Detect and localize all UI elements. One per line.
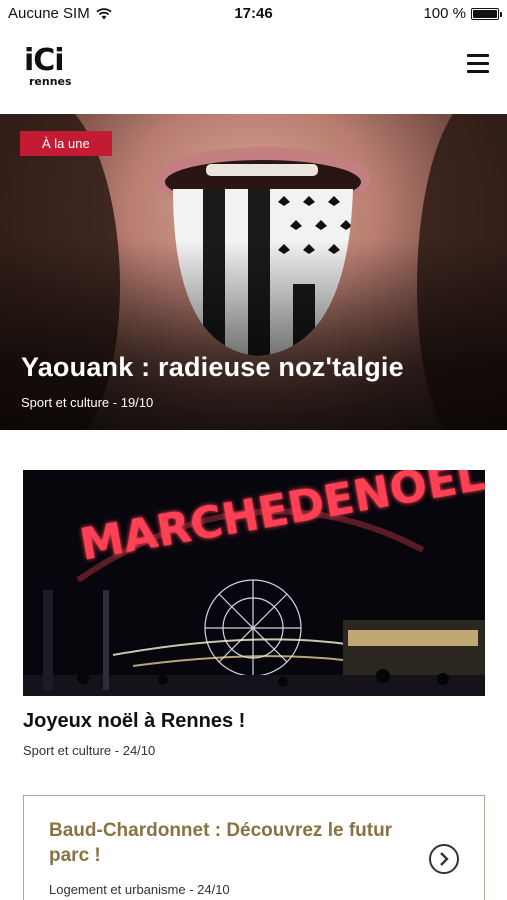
a-la-une-badge: À la une [20,131,112,156]
featured-card[interactable]: Baud-Chardonnet : Découvrez le futur par… [23,795,485,900]
ici-rennes-logo[interactable]: iCi rennes [24,46,80,94]
battery-percent: 100 % [423,5,466,22]
article-title[interactable]: Joyeux noël à Rennes ! [23,710,245,733]
hamburger-icon[interactable] [467,54,489,76]
logo-mark: iCi [24,43,65,78]
chevron-right-circle-icon[interactable] [429,844,459,874]
article-image[interactable]: MARCHEDENOEL [23,470,485,696]
article-meta: Sport et culture - 24/10 [23,743,156,758]
featured-card-meta: Logement et urbanisme - 24/10 [49,882,230,897]
christmas-market-image: MARCHEDENOEL [23,470,485,696]
status-bar: Aucune SIM 17:46 100 % [0,0,507,28]
app-header: iCi rennes [0,28,507,114]
hero-article[interactable]: À la une Yaouank : radieuse noz'talgie S… [0,114,507,430]
hero-meta: Sport et culture - 19/10 [21,395,154,410]
featured-card-title[interactable]: Baud-Chardonnet : Découvrez le futur par… [49,818,409,868]
status-right: 100 % [423,5,502,22]
logo-subtitle: rennes [29,75,72,88]
battery-fill [473,9,497,18]
battery-icon [471,7,502,20]
hero-title[interactable]: Yaouank : radieuse noz'talgie [21,352,404,383]
